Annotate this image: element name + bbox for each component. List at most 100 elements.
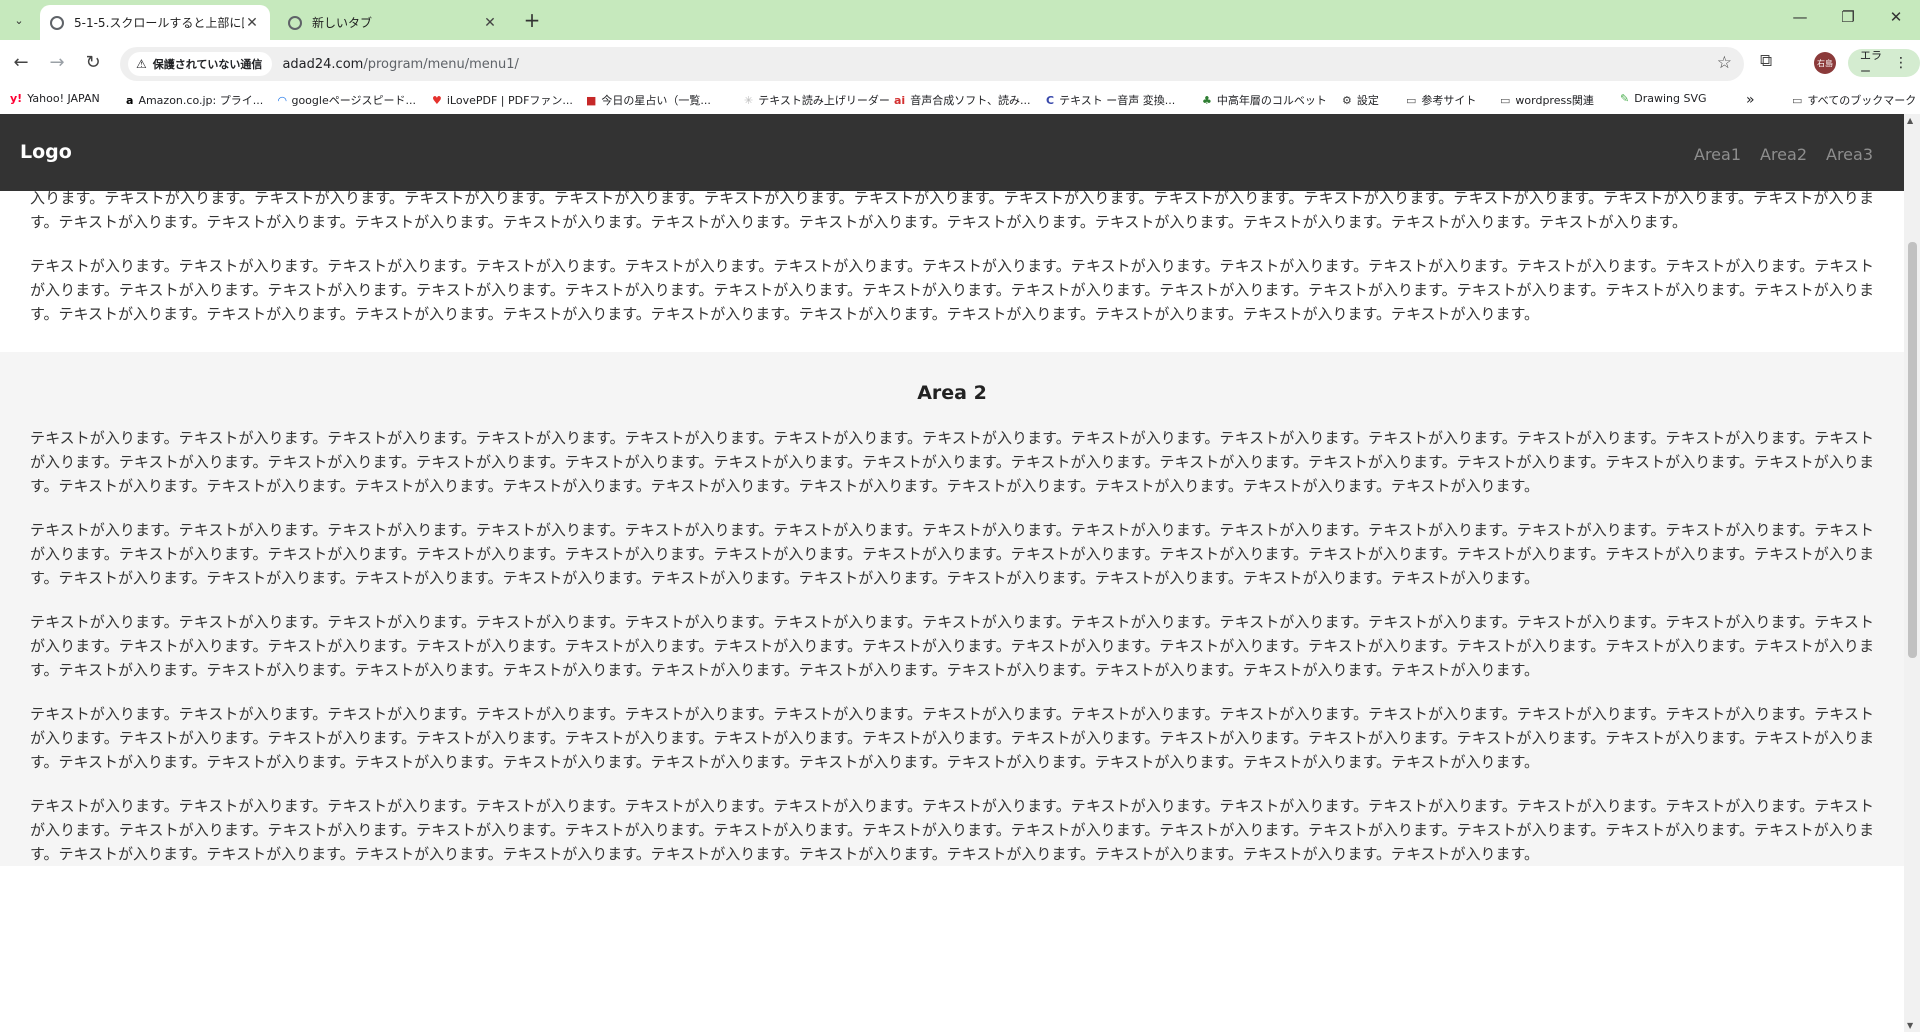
forward-button[interactable]: → xyxy=(45,51,69,75)
url-text[interactable]: adad24.com/program/menu/menu1/ xyxy=(282,57,518,72)
folder-icon: ▭ xyxy=(1500,93,1511,107)
bookmark-folder[interactable]: ▭ wordpress関連 xyxy=(1500,92,1594,108)
amazon-icon: a xyxy=(126,93,134,107)
club-icon: ♣ xyxy=(1202,93,1212,107)
chevron-down-icon: ⌄ xyxy=(14,13,24,27)
bookmark-item[interactable]: ■ 今日の星占い（一覧... xyxy=(586,92,711,108)
tab-title: 5-1-5.スクロールすると上部に固定 xyxy=(74,16,244,30)
paragraph: テキストが入ります。テキストが入ります。テキストが入ります。テキストが入ります。… xyxy=(30,797,1874,863)
bookmark-label: Amazon.co.jp: プライ... xyxy=(138,94,264,107)
arrow-left-icon: ← xyxy=(13,52,29,73)
bookmark-label: googleページスピード... xyxy=(291,94,416,107)
url-domain: adad24.com xyxy=(282,56,364,72)
site-logo[interactable]: Logo xyxy=(20,141,72,163)
bookmark-folder[interactable]: ▭ 参考サイト xyxy=(1406,92,1476,108)
scroll-down-arrow-icon[interactable]: ▼ xyxy=(1907,1021,1913,1030)
security-label: 保護されていない通信 xyxy=(152,58,263,71)
avatar[interactable]: 右島 xyxy=(1814,52,1836,74)
bookmark-star-icon[interactable]: ☆ xyxy=(1717,53,1732,73)
nav-link-area1[interactable]: Area1 xyxy=(1694,145,1741,164)
bookmark-label: Yahoo! JAPAN xyxy=(27,92,100,105)
bookmark-item[interactable]: ◠ googleページスピード... xyxy=(278,92,416,108)
paragraph: テキストが入ります。テキストが入ります。テキストが入ります。テキストが入ります。… xyxy=(30,521,1874,587)
globe-icon xyxy=(50,15,64,30)
browser-toolbar: ← → ↻ ⚠ 保護されていない通信 adad24.com/program/me… xyxy=(0,40,1920,86)
bookmark-label: Drawing SVG xyxy=(1634,92,1707,105)
bookmark-item[interactable]: ✎ Drawing SVG xyxy=(1620,92,1707,105)
scroll-thumb[interactable] xyxy=(1908,242,1917,658)
bookmarks-overflow-button[interactable]: » xyxy=(1746,92,1755,108)
restore-button[interactable]: ❐ xyxy=(1836,8,1860,26)
page-content: 入ります。テキストが入ります。テキストが入ります。テキストが入ります。テキストが… xyxy=(0,186,1904,886)
error-label: エラー xyxy=(1860,49,1882,78)
bookmark-label: テキスト読み上げリーダー xyxy=(758,94,890,107)
bookmark-item[interactable]: a Amazon.co.jp: プライ... xyxy=(126,92,263,108)
reader-icon: ✳ xyxy=(744,93,754,107)
address-bar[interactable]: ⚠ 保護されていない通信 adad24.com/program/menu/men… xyxy=(120,47,1744,81)
site-header: Logo Area1 Area2 Area3 xyxy=(0,114,1904,191)
folder-icon: ▭ xyxy=(1406,93,1417,107)
close-window-button[interactable]: ✕ xyxy=(1884,8,1908,26)
bookmark-item[interactable]: y! Yahoo! JAPAN xyxy=(10,92,100,105)
security-chip[interactable]: ⚠ 保護されていない通信 xyxy=(128,52,273,76)
arrow-right-icon: → xyxy=(49,52,65,73)
folder-icon: ▭ xyxy=(1792,93,1803,107)
area1-section: 入ります。テキストが入ります。テキストが入ります。テキストが入ります。テキストが… xyxy=(0,186,1904,352)
minimize-button[interactable]: — xyxy=(1788,8,1812,26)
nav-link-area2[interactable]: Area2 xyxy=(1760,145,1807,164)
bookmark-label: wordpress関連 xyxy=(1515,94,1594,107)
yahoo-icon: y! xyxy=(10,92,23,105)
warning-icon: ⚠ xyxy=(136,57,147,71)
bookmark-label: 参考サイト xyxy=(1421,94,1477,107)
all-bookmarks-folder[interactable]: ▭ すべてのブックマーク xyxy=(1792,92,1916,108)
bookmark-item[interactable]: ✳ テキスト読み上げリーダー xyxy=(744,92,890,108)
gear-icon: ⚙ xyxy=(1342,93,1352,107)
horoscope-icon: ■ xyxy=(586,93,597,107)
bookmark-label: 今日の星占い（一覧... xyxy=(601,94,711,107)
tab-strip: ⌄ 5-1-5.スクロールすると上部に固定 ✕ 新しいタブ ✕ + — ❐ ✕ xyxy=(0,0,1920,40)
tab-title: 新しいタブ xyxy=(312,16,373,30)
area2-section: Area 2 テキストが入ります。テキストが入ります。テキストが入ります。テキス… xyxy=(0,352,1904,866)
bookmark-label: 音声合成ソフト、読み... xyxy=(910,94,1031,107)
bookmark-item[interactable]: ai 音声合成ソフト、読み... xyxy=(894,92,1030,108)
area2-title: Area 2 xyxy=(917,382,987,404)
vertical-scrollbar[interactable]: ▲ ▼ xyxy=(1904,114,1920,1032)
globe-icon xyxy=(288,15,302,30)
bookmark-label: すべてのブックマーク xyxy=(1807,94,1917,107)
tab-close-button[interactable]: ✕ xyxy=(482,15,498,31)
extensions-icon[interactable]: ⧉ xyxy=(1760,51,1772,71)
paragraph: テキストが入ります。テキストが入ります。テキストが入ります。テキストが入ります。… xyxy=(30,705,1874,771)
bookmark-item[interactable]: ♥ iLovePDF | PDFファン... xyxy=(432,92,573,108)
menu-dots-icon: ⋮ xyxy=(1894,55,1908,71)
paragraph: テキストが入ります。テキストが入ります。テキストが入ります。テキストが入ります。… xyxy=(30,429,1874,495)
pagespeed-icon: ◠ xyxy=(278,93,287,107)
paragraph: テキストが入ります。テキストが入ります。テキストが入ります。テキストが入ります。… xyxy=(30,613,1874,679)
tab-new-tab[interactable]: 新しいタブ ✕ xyxy=(278,5,508,40)
bookmark-item[interactable]: ⚙ 設定 xyxy=(1342,92,1379,108)
back-button[interactable]: ← xyxy=(9,51,33,75)
scroll-up-arrow-icon[interactable]: ▲ xyxy=(1907,116,1913,125)
nav-link-area3[interactable]: Area3 xyxy=(1826,145,1873,164)
c-icon: C xyxy=(1046,93,1055,107)
drawing-icon: ✎ xyxy=(1620,92,1630,105)
error-button[interactable]: エラー ⋮ xyxy=(1848,49,1920,78)
tab-search-button[interactable]: ⌄ xyxy=(8,9,30,31)
paragraph: 入ります。テキストが入ります。テキストが入ります。テキストが入ります。テキストが… xyxy=(30,189,1874,231)
heart-icon: ♥ xyxy=(432,93,442,107)
bookmarks-bar: y! Yahoo! JAPAN a Amazon.co.jp: プライ... ◠… xyxy=(0,86,1920,114)
paragraph: テキストが入ります。テキストが入ります。テキストが入ります。テキストが入ります。… xyxy=(30,257,1874,323)
bookmark-label: テキスト ー音声 変換... xyxy=(1059,94,1176,107)
bookmark-label: 設定 xyxy=(1356,94,1379,107)
tab-current[interactable]: 5-1-5.スクロールすると上部に固定 ✕ xyxy=(40,5,270,40)
bookmark-label: 中高年層のコルベット xyxy=(1216,94,1327,107)
tab-close-button[interactable]: ✕ xyxy=(244,15,260,31)
url-path: /program/menu/menu1/ xyxy=(363,56,519,72)
new-tab-button[interactable]: + xyxy=(520,8,544,32)
bookmark-item[interactable]: C テキスト ー音声 変換... xyxy=(1046,92,1175,108)
page-viewport: Logo Area1 Area2 Area3 入ります。テキストが入ります。テキ… xyxy=(0,114,1920,1032)
bookmark-item[interactable]: ♣ 中高年層のコルベット xyxy=(1202,92,1327,108)
ai-icon: ai xyxy=(894,93,906,107)
bookmark-label: iLovePDF | PDFファン... xyxy=(446,94,573,107)
reload-icon: ↻ xyxy=(85,52,101,73)
reload-button[interactable]: ↻ xyxy=(81,51,105,75)
